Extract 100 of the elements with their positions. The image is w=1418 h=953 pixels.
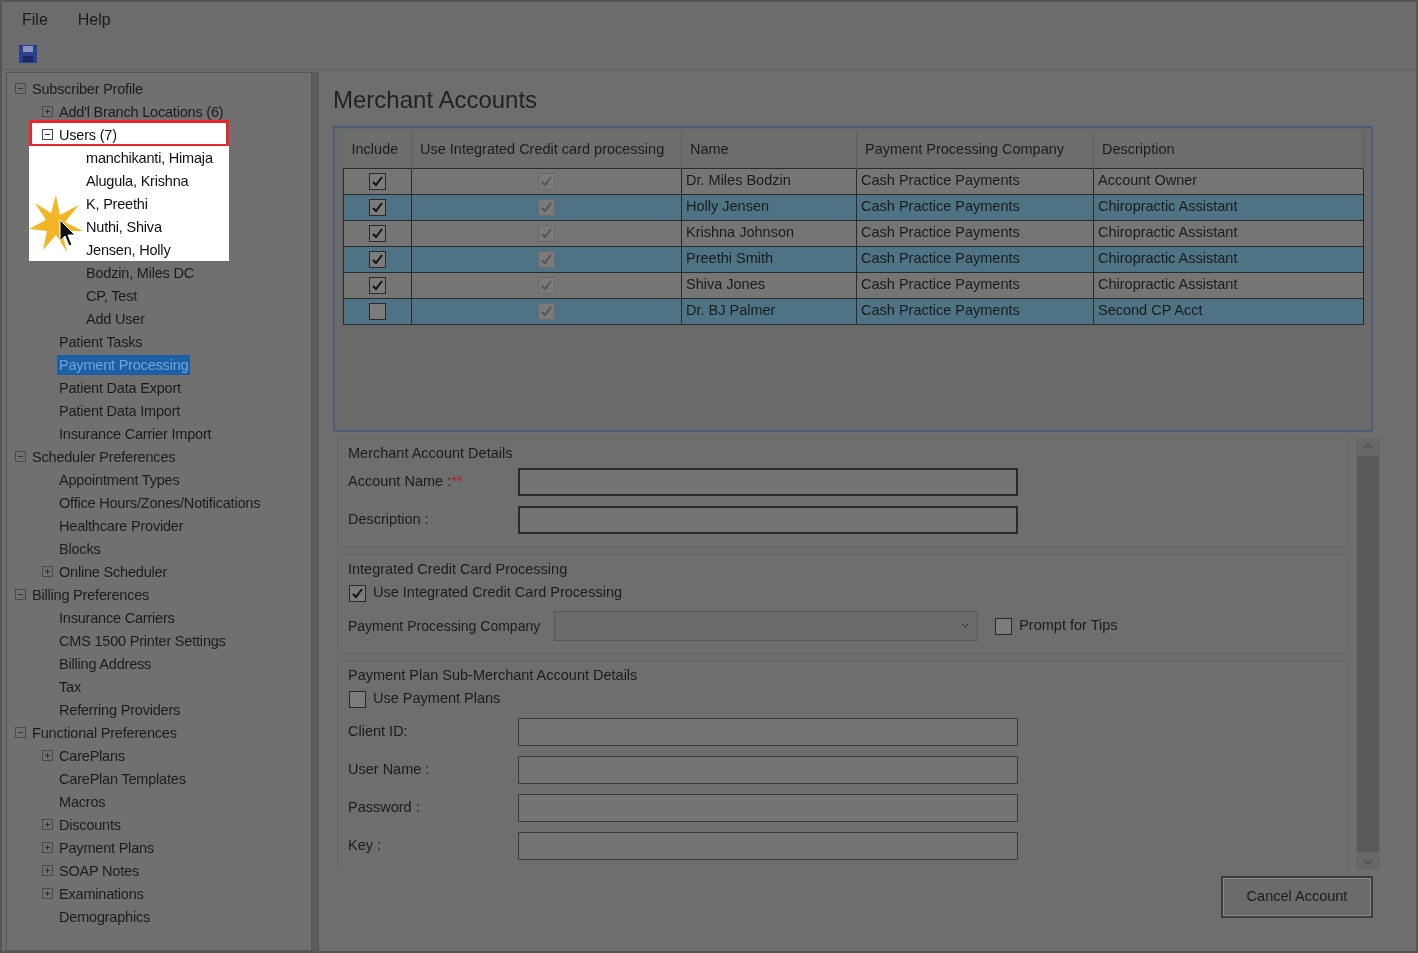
save-icon[interactable] <box>18 43 38 64</box>
page-title: Merchant Accounts <box>333 85 539 115</box>
checkbox[interactable] <box>348 583 367 603</box>
checkbox-label[interactable]: Prompt for Tips <box>1019 615 1118 637</box>
field-label: Password : <box>348 798 421 818</box>
scroll-up-icon[interactable] <box>1363 442 1373 450</box>
tree-item[interactable]: Discounts <box>57 814 123 835</box>
field-label: Account Name : <box>348 473 452 490</box>
tree-item[interactable]: Add'l Branch Locations (6) <box>57 101 226 122</box>
table-cell: Chiropractic Assistant <box>1093 194 1364 220</box>
group-title: Merchant Account Details <box>348 444 514 463</box>
table-cell: Cash Practice Payments <box>856 298 1094 324</box>
table-cell: Cash Practice Payments <box>856 168 1094 194</box>
tree-item[interactable]: Patient Data Import <box>57 400 183 421</box>
column-header[interactable]: Include <box>343 132 412 168</box>
tree-item[interactable]: Add User <box>84 308 147 329</box>
expand-icon[interactable] <box>42 106 53 117</box>
table-cell: Chiropractic Assistant <box>1093 272 1364 298</box>
table-cell: Holly Jensen <box>681 194 857 220</box>
tree-item[interactable]: Users (7) <box>57 124 119 145</box>
tree-item[interactable]: K, Preethi <box>84 193 150 214</box>
required-mark: ** <box>451 473 463 490</box>
include-checkbox[interactable] <box>368 301 387 321</box>
tree-item[interactable]: Tax <box>57 676 83 697</box>
input-field[interactable] <box>518 468 1018 496</box>
tree-item[interactable]: Office Hours/Zones/Notifications <box>57 492 263 513</box>
field-label: Client ID: <box>348 722 409 742</box>
checkbox[interactable] <box>348 689 367 709</box>
include-checkbox[interactable] <box>368 223 387 243</box>
expand-icon[interactable] <box>42 888 53 899</box>
tree-item[interactable]: Insurance Carriers <box>57 607 177 628</box>
tree-item[interactable]: CMS 1500 Printer Settings <box>57 630 228 651</box>
field-label: Key : <box>348 836 383 856</box>
dropdown[interactable] <box>554 611 979 641</box>
scroll-down-icon[interactable] <box>1363 858 1373 866</box>
tree-item[interactable]: Online Scheduler <box>57 561 170 582</box>
expand-icon[interactable] <box>42 566 53 577</box>
caret-icon <box>961 623 970 629</box>
cancel-account-button[interactable]: Cancel Account <box>1221 876 1373 918</box>
tree-item[interactable]: SOAP Notes <box>57 860 141 881</box>
input-field[interactable] <box>518 718 1018 746</box>
field-label: Description : <box>348 510 430 530</box>
tree-item[interactable]: Subscriber Profile <box>30 78 145 99</box>
include-checkbox[interactable] <box>368 249 387 269</box>
column-header[interactable]: Payment Processing Company <box>856 132 1094 168</box>
tree-item[interactable]: Billing Preferences <box>30 584 152 605</box>
checkbox[interactable] <box>994 616 1014 636</box>
tree-item[interactable]: CarePlan Templates <box>57 768 188 789</box>
input-field[interactable] <box>518 794 1018 822</box>
table-cell: Chiropractic Assistant <box>1093 246 1364 272</box>
table-cell: Cash Practice Payments <box>856 220 1094 246</box>
tree-item[interactable]: Referring Providers <box>57 699 183 720</box>
collapse-icon[interactable] <box>42 129 53 140</box>
tree-item[interactable]: Functional Preferences <box>30 722 179 743</box>
table-cell: Second CP Acct <box>1093 298 1364 324</box>
tree-item[interactable]: CarePlans <box>57 745 127 766</box>
tree-item[interactable]: Appointment Types <box>57 469 182 490</box>
include-checkbox[interactable] <box>368 275 387 295</box>
tree-item[interactable]: Demographics <box>57 906 153 927</box>
include-checkbox[interactable] <box>368 197 387 217</box>
field-label: Payment Processing Company <box>348 616 541 636</box>
expand-icon[interactable] <box>42 819 53 830</box>
table-cell: Account Owner <box>1093 168 1364 194</box>
table-cell: Dr. BJ Palmer <box>681 298 857 324</box>
tree-item[interactable]: Payment Processing <box>57 354 191 375</box>
tree-item[interactable]: Macros <box>57 791 108 812</box>
menu-item[interactable]: Help <box>77 8 111 32</box>
tree-item[interactable]: Blocks <box>57 538 103 559</box>
tree-item[interactable]: Healthcare Provider <box>57 515 186 536</box>
expand-icon[interactable] <box>42 865 53 876</box>
table-cell: Cash Practice Payments <box>856 246 1094 272</box>
checkbox-label[interactable]: Use Payment Plans <box>373 688 501 710</box>
table-cell: Chiropractic Assistant <box>1093 220 1364 246</box>
menu-item[interactable]: File <box>22 8 48 32</box>
tree-item[interactable]: Insurance Carrier Import <box>57 423 214 444</box>
table-cell: Krishna Johnson <box>681 220 857 246</box>
expand-icon[interactable] <box>42 842 53 853</box>
field-label: User Name : <box>348 760 431 780</box>
tree-item[interactable]: Payment Plans <box>57 837 156 858</box>
table-cell: Preethi Smith <box>681 246 857 272</box>
column-header[interactable]: Description <box>1093 132 1364 168</box>
tree-item[interactable]: Patient Data Export <box>57 377 183 398</box>
include-checkbox[interactable] <box>368 171 387 191</box>
table-cell: Dr. Miles Bodzin <box>681 168 857 194</box>
column-header[interactable]: Use Integrated Credit card processing <box>411 132 682 168</box>
expand-icon[interactable] <box>42 750 53 761</box>
input-field[interactable] <box>518 756 1018 784</box>
tree-item[interactable]: Bodzin, Miles DC <box>84 262 196 283</box>
checkbox-label[interactable]: Use Integrated Credit Card Processing <box>373 582 623 604</box>
scrollbar[interactable] <box>1356 438 1380 870</box>
input-field[interactable] <box>518 506 1018 534</box>
table-cell: Shiva Jones <box>681 272 857 298</box>
group-title: Payment Plan Sub-Merchant Account Details <box>348 666 639 685</box>
tree-item[interactable]: Examinations <box>57 883 146 904</box>
input-field[interactable] <box>518 832 1018 860</box>
tree-item[interactable]: CP, Test <box>84 285 140 306</box>
column-header[interactable]: Name <box>681 132 857 168</box>
tree-item[interactable]: Billing Address <box>57 653 154 674</box>
tree-item[interactable]: Scheduler Preferences <box>30 446 178 467</box>
tree-item[interactable]: Patient Tasks <box>57 331 145 352</box>
